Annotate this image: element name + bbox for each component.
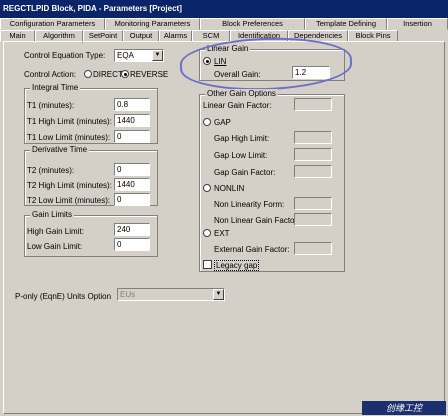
t1-high-input[interactable]: 1440 xyxy=(114,114,150,127)
linear-gain-factor-input xyxy=(294,98,332,111)
t1-low-input[interactable]: 0 xyxy=(114,130,150,143)
control-equation-label: Control Equation Type: xyxy=(24,51,106,60)
non-linear-gain-factor-input xyxy=(294,213,332,226)
gap-low-limit-label: Gap Low Limit: xyxy=(214,151,268,160)
tab-template-defining[interactable]: Template Defining xyxy=(305,18,387,30)
gap-gain-factor-label: Gap Gain Factor: xyxy=(214,168,276,177)
low-gain-limit-input[interactable]: 0 xyxy=(114,238,150,251)
tab-configuration-parameters[interactable]: Configuration Parameters xyxy=(0,18,105,30)
legacy-gap-checkbox[interactable] xyxy=(203,260,212,269)
window-title: REGCTLPID Block, PIDA - Parameters [Proj… xyxy=(0,0,448,18)
t1-low-label: T1 Low Limit (minutes): xyxy=(27,133,111,142)
legacy-gap-label: Legacy gap xyxy=(214,260,260,271)
tab-monitoring-parameters[interactable]: Monitoring Parameters xyxy=(105,18,200,30)
tab-insertion[interactable]: Insertion xyxy=(387,18,448,30)
p-only-units-value: EUs xyxy=(120,290,136,299)
reverse-label: REVERSE xyxy=(130,70,169,79)
t2-label: T2 (minutes): xyxy=(27,166,75,175)
external-gain-factor-label: External Gain Factor: xyxy=(214,245,290,254)
nonlin-radio[interactable] xyxy=(203,184,211,192)
linear-gain-title: Linear Gain xyxy=(205,44,251,53)
non-linearity-form-input xyxy=(294,197,332,210)
control-equation-select[interactable]: EQA ▼ xyxy=(114,49,164,62)
ext-radio[interactable] xyxy=(203,229,211,237)
gap-label: GAP xyxy=(214,118,231,127)
control-action-label: Control Action: xyxy=(24,70,77,79)
gap-gain-factor-input xyxy=(294,165,332,178)
nonlin-label: NONLIN xyxy=(214,184,245,193)
high-gain-limit-label: High Gain Limit: xyxy=(27,227,84,236)
direct-radio[interactable] xyxy=(84,70,92,78)
gap-high-limit-input xyxy=(294,131,332,144)
overall-gain-label: Overall Gain: xyxy=(214,70,261,79)
ext-label: EXT xyxy=(214,229,230,238)
chevron-down-icon: ▼ xyxy=(213,289,224,300)
other-gain-options-title: Other Gain Options xyxy=(205,89,278,98)
gap-high-limit-label: Gap High Limit: xyxy=(214,134,270,143)
t2-high-label: T2 High Limit (minutes): xyxy=(27,181,112,190)
low-gain-limit-label: Low Gain Limit: xyxy=(27,242,83,251)
gain-limits-title: Gain Limits xyxy=(30,210,75,219)
lin-label: LIN xyxy=(214,57,227,66)
t1-high-label: T1 High Limit (minutes): xyxy=(27,117,112,126)
high-gain-limit-input[interactable]: 240 xyxy=(114,223,150,236)
direct-label: DIRECT xyxy=(93,70,123,79)
p-only-units-label: P-only (EqnE) Units Option xyxy=(15,292,112,301)
non-linearity-form-label: Non Linearity Form: xyxy=(214,200,285,209)
reverse-radio[interactable] xyxy=(121,70,129,78)
p-only-units-select: EUs ▼ xyxy=(117,288,225,301)
watermark-logo: 创缘工控 xyxy=(362,401,446,415)
derivative-time-title: Derivative Time xyxy=(30,145,90,154)
gap-radio[interactable] xyxy=(203,118,211,126)
t2-input[interactable]: 0 xyxy=(114,163,150,176)
t1-input[interactable]: 0.8 xyxy=(114,98,150,111)
t2-high-input[interactable]: 1440 xyxy=(114,178,150,191)
t2-low-input[interactable]: 0 xyxy=(114,193,150,206)
non-linear-gain-factor-label: Non Linear Gain Factor: xyxy=(214,216,300,225)
control-equation-value: EQA xyxy=(117,51,134,60)
gap-low-limit-input xyxy=(294,148,332,161)
overall-gain-input[interactable]: 1.2 xyxy=(292,66,330,79)
chevron-down-icon[interactable]: ▼ xyxy=(152,50,163,61)
tab-row-top: Configuration Parameters Monitoring Para… xyxy=(0,18,448,30)
t2-low-label: T2 Low Limit (minutes): xyxy=(27,196,111,205)
linear-gain-factor-label: Linear Gain Factor: xyxy=(203,101,272,110)
integral-time-title: Integral Time xyxy=(30,83,81,92)
t1-label: T1 (minutes): xyxy=(27,101,75,110)
external-gain-factor-input xyxy=(294,242,332,255)
lin-radio[interactable] xyxy=(203,57,211,65)
tab-block-preferences[interactable]: Block Preferences xyxy=(200,18,305,30)
